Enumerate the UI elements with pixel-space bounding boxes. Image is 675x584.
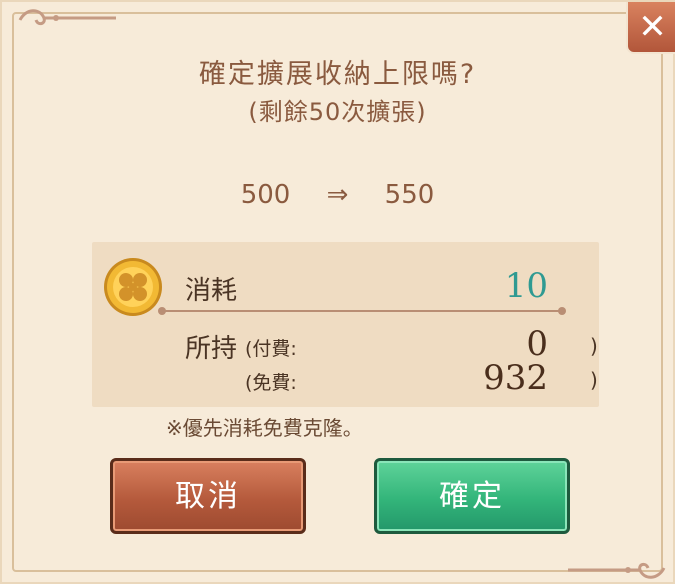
divider-dot-left xyxy=(158,307,166,315)
free-close-paren: ) xyxy=(590,368,598,392)
close-icon[interactable]: ✕ xyxy=(626,2,675,54)
divider-dot-right xyxy=(558,307,566,315)
arrow-icon: ⇒ xyxy=(326,180,349,210)
dialog-title: 確定擴展收納上限嗎? xyxy=(198,59,477,90)
free-label: (免費: xyxy=(245,372,297,394)
confirm-button[interactable]: 確定 xyxy=(374,458,570,534)
divider xyxy=(162,310,562,312)
owned-label: 所持 xyxy=(185,334,238,364)
expand-storage-dialog: 確定擴展收納上限嗎? (剩餘50次擴張) 500 ⇒ 550 消耗 10 所持 … xyxy=(0,0,675,584)
paid-label: (付費: xyxy=(245,338,297,360)
corner-ornament-top-left xyxy=(18,9,116,26)
cost-label: 消耗 xyxy=(185,276,238,306)
corner-ornament-bottom-right xyxy=(568,562,666,579)
priority-note: ※優先消耗免費克隆。 xyxy=(166,416,363,440)
capacity-change: 500 ⇒ 550 xyxy=(2,180,673,210)
cancel-button[interactable]: 取消 xyxy=(110,458,306,534)
paid-close-paren: ) xyxy=(590,334,598,358)
capacity-from: 500 xyxy=(240,180,291,210)
capacity-to: 550 xyxy=(384,180,435,210)
free-value: 932 xyxy=(483,358,548,398)
cost-value: 10 xyxy=(504,266,548,306)
clover-coin-icon xyxy=(104,258,162,316)
remaining-expansions: (剩餘50次擴張) xyxy=(248,98,427,126)
